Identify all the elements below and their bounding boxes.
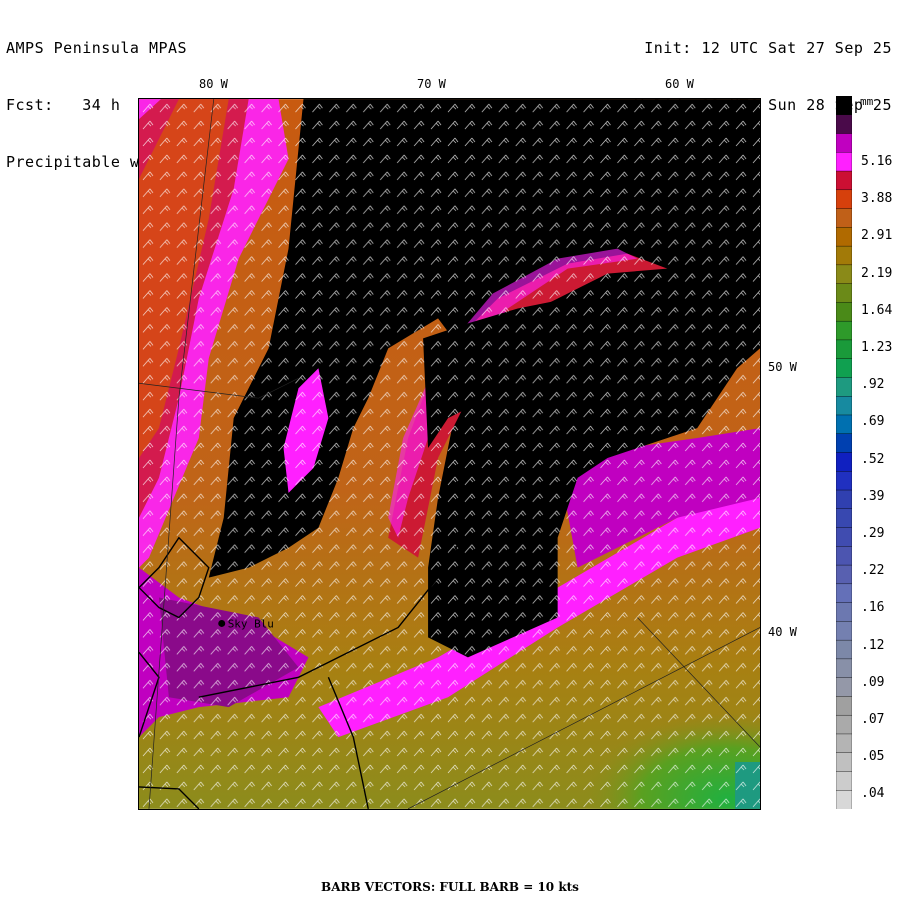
colorbar-label: 3.88 — [861, 191, 893, 207]
colorbar-swatch — [836, 302, 852, 322]
colorbar-label: .12 — [861, 637, 885, 653]
colorbar-label: 1.64 — [861, 302, 893, 318]
model-title: AMPS Peninsula MPAS — [6, 39, 188, 57]
colorbar-label: .07 — [861, 712, 885, 727]
pwv-map: Sky Blu — [138, 98, 761, 810]
colorbar-swatch — [836, 114, 852, 135]
colorbar-swatch — [836, 320, 852, 341]
wind-barbs — [139, 99, 760, 809]
colorbar-label: .09 — [861, 674, 885, 690]
colorbar-swatch — [836, 658, 852, 679]
colorbar-label: .29 — [861, 526, 885, 541]
colorbar-swatch — [836, 696, 852, 716]
colorbar-swatch — [836, 752, 852, 773]
map-panel: Sky Blu — [138, 98, 761, 810]
colorbar-swatch — [836, 489, 852, 510]
colorbar-swatch — [836, 396, 852, 416]
colorbar-swatch — [836, 208, 852, 229]
station-marker — [218, 619, 226, 627]
colorbar-swatch — [836, 714, 852, 735]
colorbar-swatch — [836, 377, 852, 397]
lat-label-50w: 50 W — [768, 360, 797, 374]
colorbar-swatch — [836, 621, 852, 641]
colorbar-swatch — [836, 639, 852, 660]
colorbar-label: .69 — [861, 414, 885, 430]
colorbar-label: .39 — [861, 488, 885, 504]
colorbar-swatch — [836, 245, 852, 266]
colorbar-swatch — [836, 283, 852, 304]
colorbar-label: 2.91 — [861, 228, 893, 244]
lon-label-80w: 80 W — [199, 77, 228, 91]
station-label: Sky Blu — [228, 617, 274, 630]
colorbar-label: .05 — [861, 749, 885, 765]
colorbar-swatch — [836, 790, 852, 809]
colorbar-swatch — [836, 433, 852, 454]
colorbar-swatch — [836, 414, 852, 435]
colorbar-swatch — [836, 546, 852, 566]
colorbar-swatch — [836, 96, 852, 116]
colorbar-label: .52 — [861, 451, 885, 467]
colorbar-swatch — [836, 339, 852, 360]
colorbar-label: .22 — [861, 563, 885, 579]
colorbar-swatch — [836, 358, 852, 379]
colorbar-label: .04 — [861, 786, 885, 802]
colorbar-swatch — [836, 564, 852, 585]
lon-label-70w: 70 W — [417, 77, 446, 91]
colorbar-label: 5.16 — [861, 154, 893, 169]
colorbar-swatch — [836, 227, 852, 247]
colorbar-swatch — [836, 264, 852, 285]
colorbar-swatch — [836, 602, 852, 623]
colorbar-swatch — [836, 170, 852, 191]
colorbar-label: 2.19 — [861, 265, 893, 281]
lat-label-40w: 40 W — [768, 625, 797, 639]
colorbar-label: 1.23 — [861, 340, 893, 355]
colorbar-label: .16 — [861, 600, 885, 616]
colorbar-swatch — [836, 527, 852, 548]
colorbar-swatch — [836, 452, 852, 472]
colorbar-swatch — [836, 189, 852, 210]
colorbar-swatch — [836, 771, 852, 791]
colorbar-swatch — [836, 471, 852, 491]
lon-label-60w: 60 W — [665, 77, 694, 91]
init-time: Init: 12 UTC Sat 27 Sep 25 — [644, 39, 892, 57]
colorbar-swatch — [836, 133, 852, 153]
colorbar-swatch — [836, 733, 852, 754]
colorbar-label: .92 — [861, 377, 885, 393]
colorbar-swatch — [836, 152, 852, 172]
colorbar-swatch — [836, 508, 852, 529]
colorbar-swatch — [836, 583, 852, 604]
footer-note: BARB VECTORS: FULL BARB = 10 kts — [321, 880, 579, 894]
colorbar-swatch — [836, 677, 852, 698]
colorbar — [836, 96, 852, 809]
colorbar-unit: mm — [860, 95, 874, 108]
